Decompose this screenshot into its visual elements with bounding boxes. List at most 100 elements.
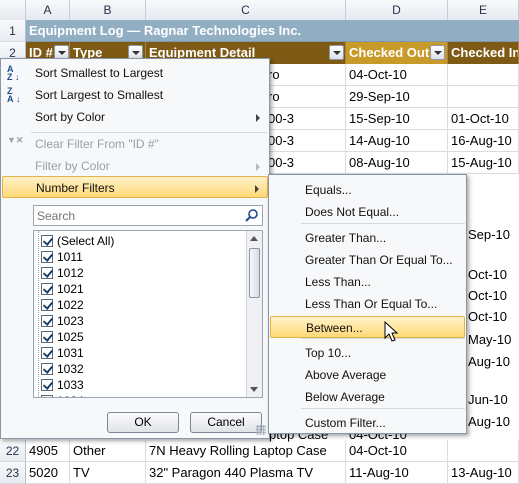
row-number[interactable]: 22 bbox=[0, 440, 26, 462]
custom-filter-item[interactable]: Custom Filter... bbox=[270, 412, 465, 434]
header-checked-in[interactable]: Checked In bbox=[448, 42, 519, 64]
cell-checked-in[interactable] bbox=[448, 64, 519, 86]
equals-item[interactable]: Equals... bbox=[270, 179, 465, 201]
cell-checked-out[interactable]: 04-Oct-10 bbox=[346, 64, 448, 86]
scroll-down-icon[interactable] bbox=[250, 387, 258, 392]
checkbox-checked-icon[interactable] bbox=[41, 235, 53, 247]
column-header-c[interactable]: C bbox=[146, 0, 346, 20]
scroll-up-icon[interactable] bbox=[250, 236, 258, 241]
cell-b22[interactable]: Other bbox=[70, 440, 146, 462]
between-item[interactable]: Between... bbox=[270, 316, 465, 338]
checkbox-checked-icon[interactable] bbox=[41, 315, 53, 327]
select-all-checkbox-item[interactable]: (Select All) bbox=[41, 233, 114, 249]
cell-c23[interactable]: 32" Paragon 440 Plasma TV bbox=[146, 462, 346, 484]
cell-checked-in-partial[interactable]: Sep-10 bbox=[467, 224, 519, 246]
column-header-b[interactable]: B bbox=[70, 0, 146, 20]
checkbox-checked-icon[interactable] bbox=[41, 363, 53, 375]
cell-checked-out[interactable]: 15-Sep-10 bbox=[346, 108, 448, 130]
top-10-label: Top 10... bbox=[305, 346, 352, 360]
cell-checked-in-partial[interactable]: May-10 bbox=[467, 329, 519, 351]
sort-ascending-item[interactable]: AZ ↓ Sort Smallest to Largest bbox=[2, 62, 268, 84]
below-average-item[interactable]: Below Average bbox=[270, 386, 465, 408]
cell-checked-in-partial[interactable]: Oct-10 bbox=[467, 285, 519, 307]
cell-a22[interactable]: 4905 bbox=[26, 440, 70, 462]
cell-checked-out[interactable]: 29-Sep-10 bbox=[346, 86, 448, 108]
checkbox-checked-icon[interactable] bbox=[41, 267, 53, 279]
cell-checked-in[interactable]: 01-Oct-10 bbox=[448, 108, 519, 130]
checkbox-checked-icon[interactable] bbox=[41, 331, 53, 343]
cell-checked-in-partial[interactable]: Oct-10 bbox=[467, 306, 519, 328]
clear-filter-item[interactable]: ▼✕ Clear Filter From "ID #" bbox=[2, 133, 268, 155]
mouse-pointer-icon bbox=[384, 321, 399, 342]
column-header-d[interactable]: D bbox=[346, 0, 448, 20]
checkbox-checked-icon[interactable] bbox=[41, 283, 53, 295]
cell-e23[interactable]: 13-Aug-10 bbox=[448, 462, 519, 484]
ok-button[interactable]: OK bbox=[107, 412, 179, 433]
sheet-title[interactable]: Equipment Log — Ragnar Technologies Inc. bbox=[26, 20, 519, 42]
filter-value-item[interactable]: 1022 bbox=[41, 297, 84, 313]
filter-value-item[interactable]: 1021 bbox=[41, 281, 84, 297]
filter-value-item[interactable]: 1034 bbox=[41, 393, 84, 397]
search-input[interactable] bbox=[34, 206, 239, 225]
below-average-label: Below Average bbox=[305, 390, 385, 404]
resize-grip-icon[interactable] bbox=[256, 425, 266, 435]
row-number[interactable]: 1 bbox=[0, 20, 26, 42]
cell-b23[interactable]: TV bbox=[70, 462, 146, 484]
checkbox-checked-icon[interactable] bbox=[41, 299, 53, 311]
top-10-item[interactable]: Top 10... bbox=[270, 342, 465, 364]
cell-checked-out[interactable]: 08-Aug-10 bbox=[346, 152, 448, 174]
scroll-thumb[interactable] bbox=[249, 248, 260, 298]
cell-d23[interactable]: 11-Aug-10 bbox=[346, 462, 448, 484]
filter-value-list[interactable]: (Select All) 1011 1012 1021 1022 1023 1025 1031… bbox=[33, 230, 263, 398]
header-checked-out[interactable]: Checked Out bbox=[346, 42, 448, 64]
cell-c22[interactable]: 7N Heavy Rolling Laptop Case bbox=[146, 440, 346, 462]
cell-checked-in-partial[interactable]: Oct-10 bbox=[467, 264, 519, 286]
filter-dropdown-checked-out-button[interactable] bbox=[430, 45, 445, 60]
filter-dropdown-detail-button[interactable] bbox=[329, 45, 344, 60]
column-header-a[interactable]: A bbox=[26, 0, 70, 20]
filter-value-item[interactable]: 1011 bbox=[41, 249, 83, 265]
cell-checked-in-partial[interactable]: Aug-10 bbox=[467, 351, 519, 373]
filter-value-item[interactable]: 1025 bbox=[41, 329, 84, 345]
sort-descending-label: Sort Largest to Smallest bbox=[35, 88, 164, 102]
cell-checked-in-partial[interactable]: Jun-10 bbox=[467, 389, 519, 411]
cell-checked-in[interactable]: 16-Aug-10 bbox=[448, 130, 519, 152]
filter-by-color-item[interactable]: Filter by Color bbox=[2, 155, 268, 177]
cell-checked-in[interactable]: 15-Aug-10 bbox=[448, 152, 519, 174]
checkbox-checked-icon[interactable] bbox=[41, 395, 53, 397]
less-than-item[interactable]: Less Than... bbox=[270, 271, 465, 293]
filter-value-item[interactable]: 1033 bbox=[41, 377, 84, 393]
list-scrollbar[interactable] bbox=[246, 231, 262, 397]
search-field[interactable] bbox=[33, 205, 263, 226]
number-filters-label: Number Filters bbox=[36, 181, 115, 195]
checkbox-checked-icon[interactable] bbox=[41, 347, 53, 359]
greater-than-or-equal-item[interactable]: Greater Than Or Equal To... bbox=[270, 249, 465, 271]
number-filters-item[interactable]: Number Filters bbox=[2, 176, 268, 198]
filter-value-item[interactable]: 1012 bbox=[41, 265, 84, 281]
search-icon[interactable] bbox=[244, 208, 259, 223]
sort-by-color-item[interactable]: Sort by Color bbox=[2, 106, 268, 128]
cell-e22[interactable] bbox=[448, 440, 519, 462]
cell-checked-out[interactable]: 14-Aug-10 bbox=[346, 130, 448, 152]
cancel-button[interactable]: Cancel bbox=[190, 412, 262, 433]
cell-a23[interactable]: 5020 bbox=[26, 462, 70, 484]
sort-descending-item[interactable]: ZA ↓ Sort Largest to Smallest bbox=[2, 84, 268, 106]
filter-value-item[interactable]: 1031 bbox=[41, 345, 84, 361]
cell-checked-in[interactable] bbox=[448, 86, 519, 108]
checkbox-checked-icon[interactable] bbox=[41, 379, 53, 391]
column-header-row: A B C D E bbox=[0, 0, 519, 20]
select-all-corner[interactable] bbox=[0, 0, 26, 20]
checkbox-checked-icon[interactable] bbox=[41, 251, 53, 263]
greater-than-item[interactable]: Greater Than... bbox=[270, 227, 465, 249]
equals-label: Equals... bbox=[305, 183, 352, 197]
cell-checked-in-partial[interactable]: Aug-10 bbox=[467, 411, 519, 433]
number-filters-submenu: Equals... Does Not Equal... Greater Than..… bbox=[268, 174, 467, 434]
filter-value-item[interactable]: 1032 bbox=[41, 361, 84, 377]
above-average-item[interactable]: Above Average bbox=[270, 364, 465, 386]
filter-value-item[interactable]: 1023 bbox=[41, 313, 84, 329]
cell-d22[interactable]: 04-Oct-10 bbox=[346, 440, 448, 462]
less-than-or-equal-item[interactable]: Less Than Or Equal To... bbox=[270, 293, 465, 315]
row-number[interactable]: 23 bbox=[0, 462, 26, 484]
column-header-e[interactable]: E bbox=[448, 0, 519, 20]
does-not-equal-item[interactable]: Does Not Equal... bbox=[270, 201, 465, 223]
